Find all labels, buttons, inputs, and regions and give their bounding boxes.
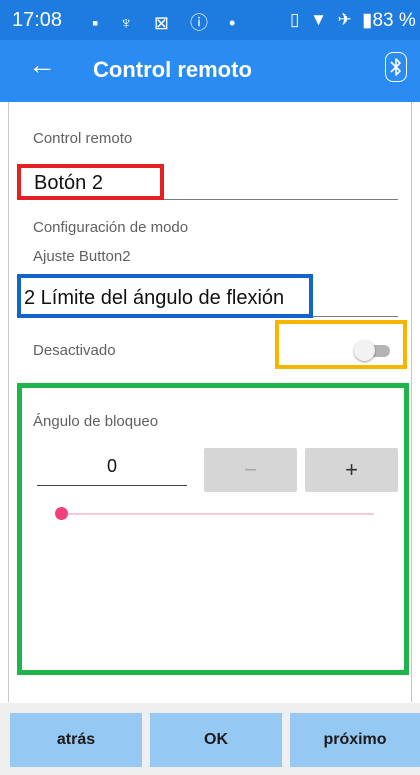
ok-button[interactable]: OK [150, 713, 282, 767]
bluetooth-glyph [390, 58, 401, 76]
back-button[interactable]: atrás [10, 713, 142, 767]
highlight-blue-box [17, 274, 313, 318]
page-title: Control remoto [93, 57, 252, 82]
lock-angle-value: 0 [106, 456, 117, 476]
bluetooth-icon[interactable] [385, 52, 407, 82]
notification-icons: ▪ ♆ ⊠ ⓘ • [92, 13, 244, 33]
lock-angle-input[interactable]: 0 [37, 456, 187, 486]
adjust-button-label: Ajuste Button2 [33, 248, 131, 265]
increment-button[interactable]: + [305, 448, 398, 492]
content-border-right [411, 102, 412, 702]
next-button[interactable]: próximo [290, 713, 420, 767]
remote-control-label: Control remoto [33, 130, 133, 147]
enable-toggle[interactable] [354, 340, 390, 361]
battery-icon: ▮83 % [362, 10, 416, 31]
app-bar: ← Control remoto [0, 40, 420, 102]
lock-angle-slider-thumb[interactable] [55, 507, 68, 520]
decrement-button[interactable]: − [204, 448, 297, 492]
toggle-thumb [354, 340, 375, 361]
lock-angle-slider-track[interactable] [62, 513, 374, 515]
highlight-red-box [17, 164, 164, 200]
toggle-label: Desactivado [33, 342, 116, 359]
lock-angle-label: Ángulo de bloqueo [33, 413, 159, 430]
back-arrow-icon[interactable]: ← [28, 51, 56, 79]
status-time: 17:08 [12, 9, 63, 31]
mode-config-label: Configuración de modo [33, 219, 189, 236]
status-bar: 17:08 ▪ ♆ ⊠ ⓘ • ▯ ▼ ✈ ▮83 % [0, 0, 420, 40]
signal-icons: ▯ ▼ ✈ [290, 10, 355, 29]
content-border-left [8, 102, 9, 702]
